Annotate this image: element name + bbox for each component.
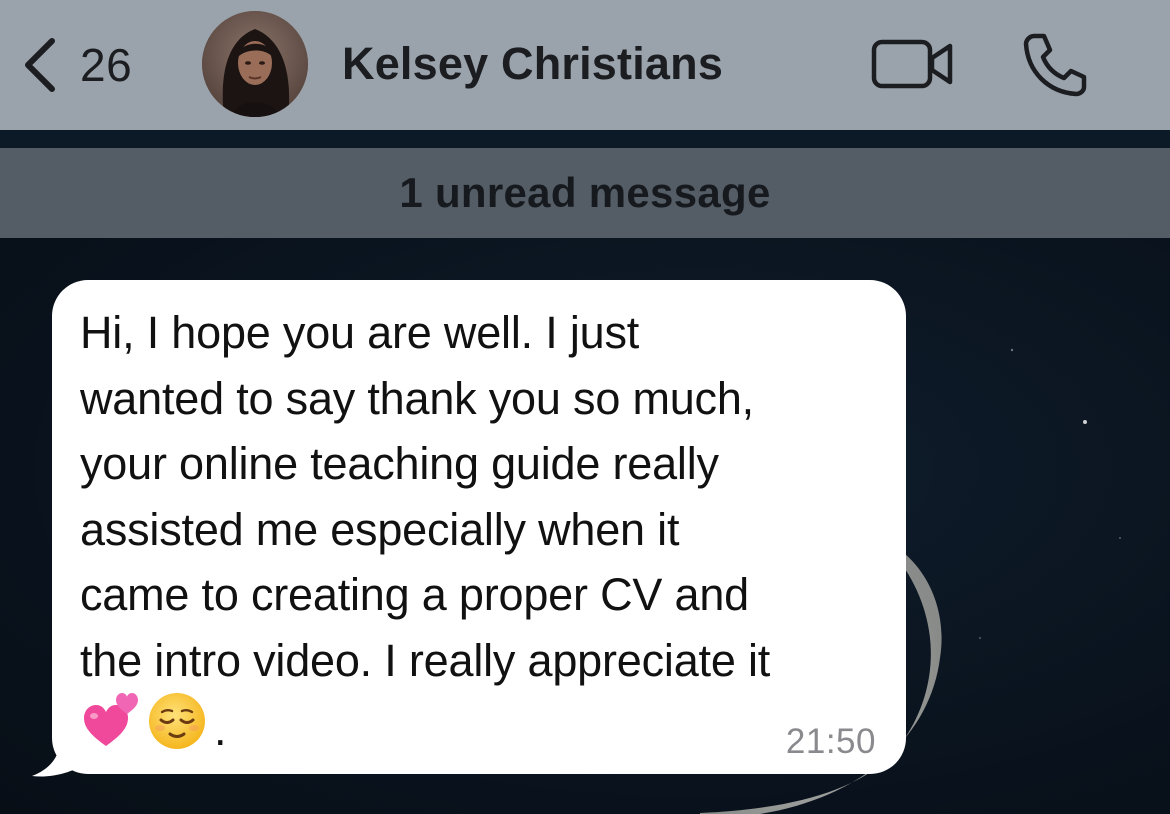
voice-call-button[interactable] <box>1020 30 1090 100</box>
unread-count: 26 <box>80 39 133 91</box>
chat-screen: 26 Kelsey Christians 1 unread message Hi… <box>0 0 1170 814</box>
header-divider <box>0 130 1170 148</box>
video-camera-icon <box>871 39 953 89</box>
contact-name[interactable]: Kelsey Christians <box>342 38 723 90</box>
unread-label: 1 unread message <box>399 169 771 216</box>
back-button[interactable]: 26 <box>20 30 132 100</box>
unread-banner: 1 unread message <box>0 148 1170 238</box>
message-emoji-row: . <box>80 692 227 752</box>
message-trailing-text: . <box>214 704 227 755</box>
message-text: Hi, I hope you are well. I just wanted t… <box>80 307 771 686</box>
relieved-face-icon <box>149 693 205 749</box>
message-timestamp: 21:50 <box>785 722 876 761</box>
chevron-left-icon <box>25 38 55 92</box>
avatar-image <box>202 11 308 117</box>
chat-header: 26 Kelsey Christians <box>0 0 1170 130</box>
two-hearts-icon <box>84 693 138 746</box>
video-call-button[interactable] <box>870 36 956 92</box>
avatar[interactable] <box>202 11 308 117</box>
phone-icon <box>1023 33 1087 97</box>
